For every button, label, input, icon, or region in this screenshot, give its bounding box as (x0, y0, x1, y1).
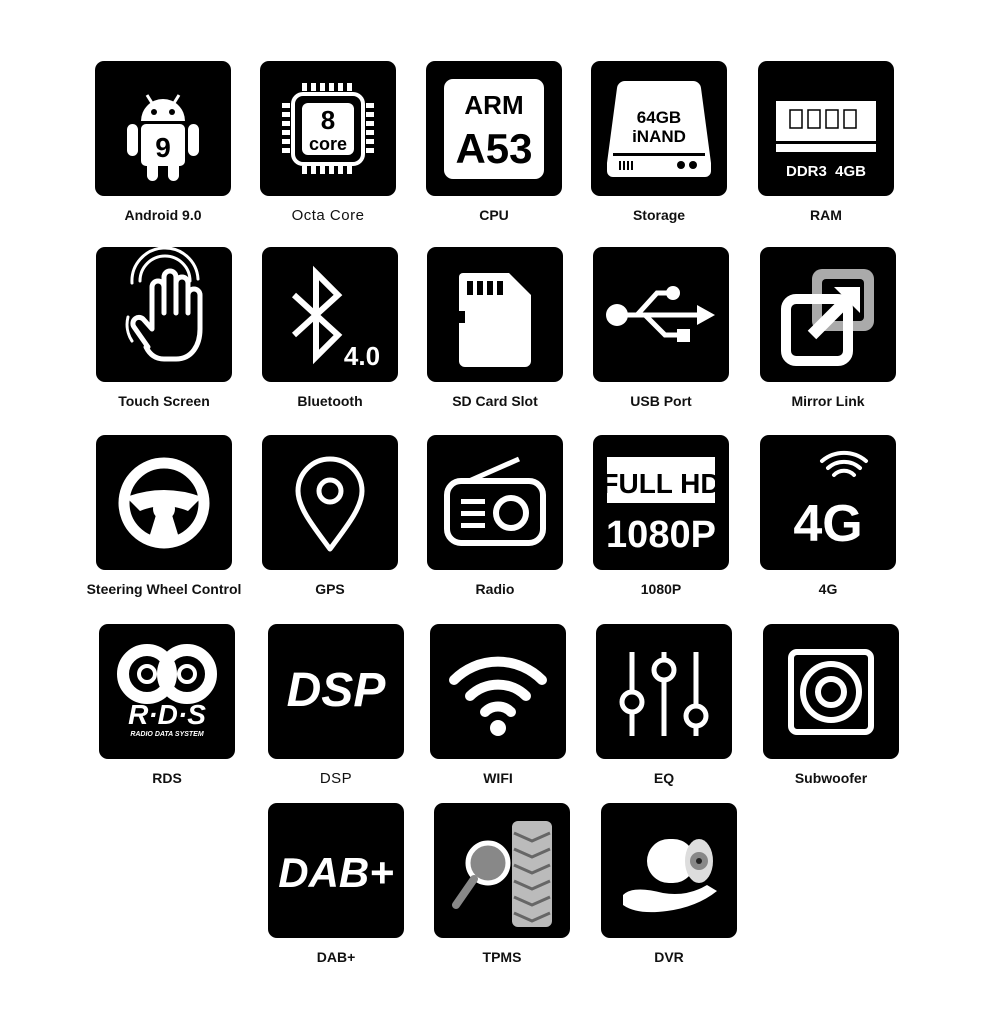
icon-text: iNAND (632, 127, 686, 146)
radio-icon (444, 456, 546, 546)
feature-dab: DAB+ DAB+ (268, 803, 404, 965)
icon-text: DAB+ (278, 849, 394, 896)
feature-tile (262, 435, 398, 570)
feature-tile (593, 247, 729, 382)
icon-text: 4G (793, 495, 862, 553)
mirror-link-icon (781, 269, 874, 366)
feature-steering-wheel-control: Steering Wheel Control (87, 435, 241, 597)
feature-gps: GPS (262, 435, 398, 597)
touch-hand-icon (125, 247, 203, 362)
feature-cpu: ARM A53 CPU (426, 61, 562, 223)
storage-drive-icon: 64GBiNAND (607, 80, 711, 177)
equalizer-icon (619, 652, 709, 736)
feature-radio: Radio (427, 435, 563, 597)
usb-icon (606, 286, 715, 342)
rds-logo-icon: R·D·SRADIO DATA SYSTEM (117, 644, 217, 738)
feature-rds: R·D·S RADIO DATA SYSTEM RDS (99, 624, 235, 786)
feature-octa-core: 8 core Octa Core (260, 61, 396, 224)
ram-module-icon: DDR3 4GB (776, 101, 876, 180)
feature-tile: 4.0 (262, 247, 398, 382)
feature-subwoofer: Subwoofer (763, 624, 899, 786)
cpu-icon: ARM A53 (444, 79, 544, 179)
tpms-tire-magnifier-icon (452, 821, 552, 927)
feature-tile (434, 803, 570, 938)
feature-tile: 64GB iNAND (591, 61, 727, 196)
feature-label: RAM (810, 207, 842, 223)
wifi-icon (449, 656, 547, 736)
feature-tile (96, 247, 232, 382)
feature-tile (596, 624, 732, 759)
icon-text: R·D·S (128, 699, 206, 730)
dab-plus-icon: DAB+ (278, 849, 394, 896)
feature-tile (427, 435, 563, 570)
dvr-camera-icon (623, 839, 717, 913)
feature-ram: DDR3 4GB RAM (758, 61, 894, 223)
feature-tile: FULL HD 1080P (593, 435, 729, 570)
feature-tile (760, 247, 896, 382)
feature-touch-screen: Touch Screen (96, 247, 232, 409)
feature-tile (601, 803, 737, 938)
icon-text: 64GB (637, 108, 681, 127)
feature-4g: 4G 4G (760, 435, 896, 597)
icon-text: core (309, 134, 347, 154)
subwoofer-icon (788, 649, 874, 735)
feature-1080p: FULL HD 1080P 1080P (593, 435, 729, 597)
feature-eq: EQ (596, 624, 732, 786)
feature-wifi: WIFI (430, 624, 566, 786)
feature-tile: DAB+ (268, 803, 404, 938)
bluetooth-icon: 4.0 (291, 265, 380, 371)
feature-bluetooth: 4.0 Bluetooth (262, 247, 398, 409)
feature-tile: ARM A53 (426, 61, 562, 196)
feature-tpms: TPMS (434, 803, 570, 965)
android-icon: 9 (127, 94, 199, 181)
feature-tile: R·D·S RADIO DATA SYSTEM (99, 624, 235, 759)
icon-text: A53 (455, 125, 532, 172)
dsp-icon: DSP (287, 664, 387, 717)
feature-label: 4G (818, 581, 838, 597)
icon-text: 1080P (606, 514, 716, 556)
sd-card-icon (459, 273, 531, 367)
feature-tile: 4G (760, 435, 896, 570)
feature-label: Subwoofer (794, 770, 868, 786)
feature-sd-card-slot: SD Card Slot (427, 247, 563, 409)
feature-dsp: DSP DSP (268, 624, 404, 787)
feature-tile (763, 624, 899, 759)
feature-tile (430, 624, 566, 759)
icon-text: 8 (321, 105, 335, 135)
octa-core-chip-icon: 8core (282, 83, 374, 174)
feature-tile: 9 (95, 61, 231, 196)
feature-tile: DSP (268, 624, 404, 759)
feature-dvr: DVR (601, 803, 737, 965)
steering-wheel-icon (118, 457, 210, 549)
feature-label: Mirror Link (791, 393, 865, 409)
feature-label: DVR (654, 949, 684, 965)
feature-usb-port: USB Port (593, 247, 729, 409)
gps-pin-icon (295, 456, 365, 552)
feature-tile: DDR3 4GB (758, 61, 894, 196)
feature-storage: 64GB iNAND Storage (591, 61, 727, 223)
icon-text: ARM (464, 90, 523, 120)
icon-text: 4.0 (344, 341, 380, 371)
icon-text: DSP (287, 664, 387, 717)
full-hd-icon: FULL HD 1080P (601, 457, 721, 556)
icon-text: FULL HD (601, 468, 720, 499)
feature-mirror-link: Mirror Link (760, 247, 896, 409)
feature-tile (427, 247, 563, 382)
icon-text: 9 (155, 132, 171, 163)
feature-tile: 8 core (260, 61, 396, 196)
feature-android-9-0: 9 Android 9.0 (95, 61, 231, 223)
icon-text: DDR3 4GB (786, 163, 866, 180)
feature-tile (96, 435, 232, 570)
4g-signal-icon: 4G (793, 450, 868, 553)
icon-text: RADIO DATA SYSTEM (130, 731, 204, 738)
